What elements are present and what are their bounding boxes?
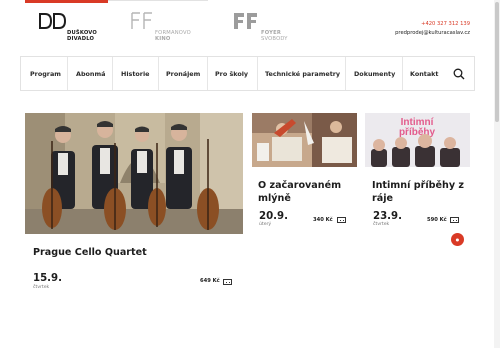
notification-badge[interactable]: ● <box>451 233 464 246</box>
nav-divider <box>207 57 208 90</box>
event-photo[interactable]: Intimní příběhy <box>365 113 470 167</box>
nav-item-abonma[interactable]: Abonmá <box>76 70 105 78</box>
ticket-icon[interactable] <box>450 217 459 223</box>
top-accent-bar <box>25 0 108 3</box>
nav-item-pronajem[interactable]: Pronájem <box>166 70 200 78</box>
event-card-featured[interactable]: Prague Cello Quartet 15.9. čtvrtek 649 K… <box>25 113 243 303</box>
logo-foyer-mark <box>234 13 257 29</box>
nav-divider <box>345 57 346 90</box>
logo-foyer-svobody[interactable]: FOYER SVOBODY <box>233 12 287 42</box>
event-day: čtvrtek <box>373 222 390 227</box>
scrollbar-thumb[interactable] <box>495 2 499 122</box>
event-title[interactable]: Prague Cello Quartet <box>33 246 233 259</box>
nav-item-program[interactable]: Program <box>30 70 61 78</box>
nav-item-historie[interactable]: Historie <box>121 70 149 78</box>
nav-divider <box>257 57 258 90</box>
top-divider <box>108 0 208 1</box>
logo-formanovo-kino[interactable]: FORMANOVO KINO <box>131 12 191 42</box>
event-photo[interactable] <box>25 113 243 234</box>
logo-label: DUŠKOVO DIVADLO <box>67 30 98 42</box>
contact-info: +420 327 312 139 predprodej@kulturacasla… <box>395 20 470 38</box>
event-title[interactable]: Intimní příběhy z ráje <box>372 179 470 205</box>
logo-dd-mark <box>39 13 67 29</box>
nav-divider <box>67 57 68 90</box>
main-nav: Program Abonmá Historie Pronájem Pro ško… <box>20 56 475 91</box>
event-price: 340 Kč <box>313 217 333 223</box>
ticket-icon[interactable] <box>223 279 232 285</box>
logo-ff-mark <box>131 12 152 29</box>
event-price: 590 Kč <box>427 217 447 223</box>
nav-divider <box>158 57 159 90</box>
nav-item-technicke-parametry[interactable]: Technické parametry <box>265 70 340 78</box>
logo-duskovo-divadlo[interactable]: DUŠKOVO DIVADLO <box>39 12 97 42</box>
event-photo[interactable] <box>252 113 357 167</box>
event-date: 20.9. <box>259 211 289 222</box>
event-day: úterý <box>259 222 272 227</box>
event-day: čtvrtek <box>33 285 50 290</box>
event-title[interactable]: O začarovaném mlýně <box>258 179 358 205</box>
search-icon[interactable] <box>453 68 465 80</box>
event-card[interactable]: Intimní příběhy Intimní příběhy z ráje 2… <box>365 113 470 233</box>
email-link[interactable]: predprodej@kulturacaslav.cz <box>395 29 470 38</box>
event-card[interactable]: O začarovaném mlýně 20.9. úterý 340 Kč <box>252 113 357 233</box>
event-date: 23.9. <box>373 211 403 222</box>
event-price: 649 Kč <box>200 278 220 284</box>
event-date: 15.9. <box>33 273 63 284</box>
logo-label: FOYER SVOBODY <box>261 30 288 42</box>
nav-item-pro-skoly[interactable]: Pro školy <box>215 70 248 78</box>
phone-link[interactable]: +420 327 312 139 <box>395 20 470 29</box>
nav-item-dokumenty[interactable]: Dokumenty <box>354 70 395 78</box>
nav-divider <box>402 57 403 90</box>
nav-divider <box>112 57 113 90</box>
nav-item-kontakt[interactable]: Kontakt <box>410 70 438 78</box>
logo-label: FORMANOVO KINO <box>155 30 191 42</box>
scrollbar[interactable] <box>494 0 500 348</box>
ticket-icon[interactable] <box>337 217 346 223</box>
